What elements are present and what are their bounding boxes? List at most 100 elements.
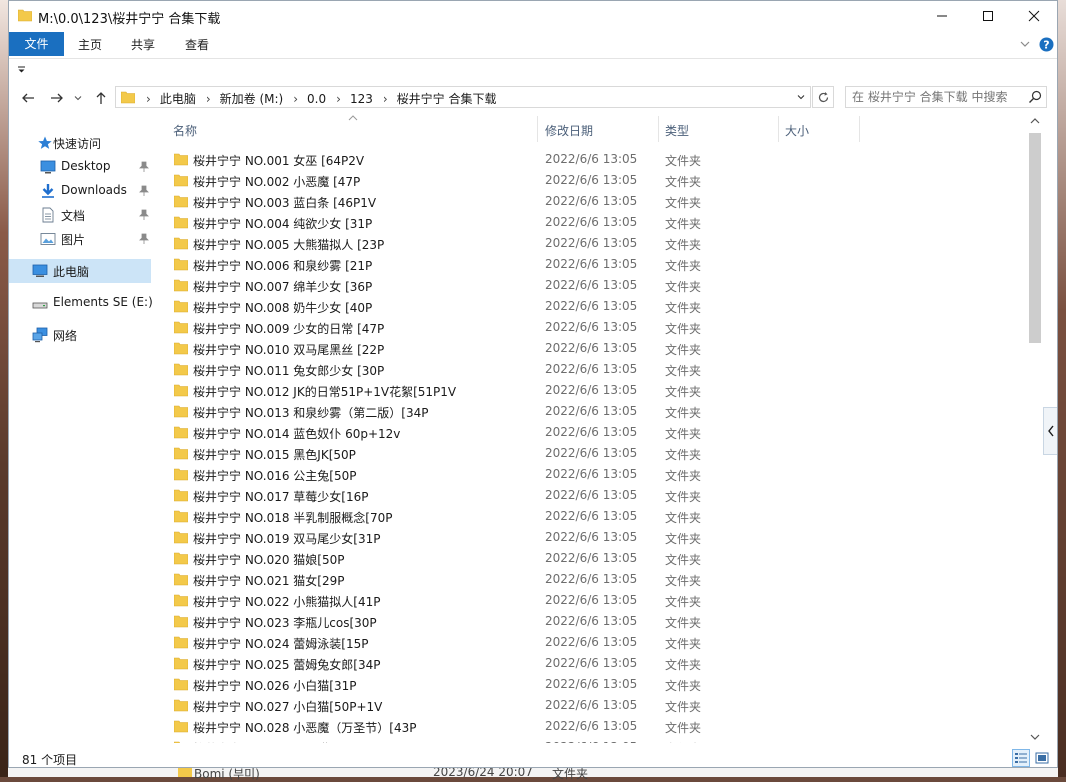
- file-row[interactable]: 桜井宁宁 NO.029 小黑猫[50P4V 2022/6/6 13:05 文件夹: [157, 737, 1027, 743]
- search-input[interactable]: [850, 88, 1024, 106]
- file-row[interactable]: 桜井宁宁 NO.011 兔女郎少女 [30P 2022/6/6 13:05 文件夹: [157, 359, 1027, 380]
- column-date-header[interactable]: 修改日期: [545, 122, 593, 139]
- file-type: 文件夹: [665, 301, 702, 315]
- preview-pane-toggle[interactable]: [1043, 407, 1057, 455]
- file-row[interactable]: 桜井宁宁 NO.004 纯欲少女 [31P 2022/6/6 13:05 文件夹: [157, 212, 1027, 233]
- file-row[interactable]: 桜井宁宁 NO.007 绵羊少女 [36P 2022/6/6 13:05 文件夹: [157, 275, 1027, 296]
- column-size-header[interactable]: 大小: [785, 122, 809, 139]
- file-type: 文件夹: [665, 427, 702, 441]
- scrollbar-thumb[interactable]: [1029, 133, 1041, 343]
- file-row[interactable]: 桜井宁宁 NO.019 双马尾少女[31P 2022/6/6 13:05 文件夹: [157, 527, 1027, 548]
- address-box[interactable]: › 此电脑 › 新加卷 (M:) › 0.0 › 123 › 桜井宁宁 合集下载: [115, 86, 811, 108]
- desktop-icon: [40, 160, 56, 174]
- file-row[interactable]: 桜井宁宁 NO.001 女巫 [64P2V 2022/6/6 13:05 文件夹: [157, 149, 1027, 170]
- chevron-down-icon: [797, 95, 805, 100]
- file-row[interactable]: 桜井宁宁 NO.010 双马尾黑丝 [22P 2022/6/6 13:05 文件夹: [157, 338, 1027, 359]
- file-row[interactable]: 桜井宁宁 NO.020 猫娘[50P 2022/6/6 13:05 文件夹: [157, 548, 1027, 569]
- crumb-this-pc[interactable]: 此电脑: [160, 92, 196, 106]
- vertical-scrollbar[interactable]: [1027, 113, 1043, 747]
- nav-item-downloads[interactable]: Downloads: [9, 179, 155, 203]
- crumb-folder-123[interactable]: 123: [350, 92, 373, 106]
- search-box[interactable]: [845, 86, 1047, 108]
- nav-item-this-pc[interactable]: 此电脑: [9, 259, 151, 283]
- tab-home[interactable]: 主页: [70, 33, 110, 57]
- column-type-header[interactable]: 类型: [665, 122, 689, 139]
- tab-file[interactable]: 文件: [9, 32, 64, 56]
- search-icon[interactable]: [1028, 90, 1042, 104]
- nav-item-documents[interactable]: 文档: [9, 203, 155, 227]
- address-history-button[interactable]: [792, 87, 810, 107]
- chevron-right-icon[interactable]: ›: [206, 92, 211, 106]
- file-row[interactable]: 桜井宁宁 NO.024 蕾姆泳装[15P 2022/6/6 13:05 文件夹: [157, 632, 1027, 653]
- file-row[interactable]: 桜井宁宁 NO.027 小白猫[50P+1V 2022/6/6 13:05 文件夹: [157, 695, 1027, 716]
- help-button[interactable]: ?: [1039, 37, 1054, 55]
- folder-icon: [174, 237, 188, 250]
- refresh-icon: [818, 91, 828, 102]
- column-divider[interactable]: [859, 116, 860, 142]
- file-row[interactable]: 桜井宁宁 NO.013 和泉纱雾（第二版）[34P 2022/6/6 13:05 文…: [157, 401, 1027, 422]
- chevron-right-icon[interactable]: ›: [383, 92, 388, 106]
- computer-icon: [32, 264, 48, 277]
- refresh-button[interactable]: [812, 86, 834, 108]
- file-row[interactable]: 桜井宁宁 NO.014 蓝色奴仆 60p+12v 2022/6/6 13:05 文件…: [157, 422, 1027, 443]
- close-button[interactable]: [1011, 1, 1057, 31]
- file-row[interactable]: 桜井宁宁 NO.008 奶牛少女 [40P 2022/6/6 13:05 文件夹: [157, 296, 1027, 317]
- column-divider[interactable]: [658, 116, 659, 142]
- chevron-right-icon[interactable]: ›: [336, 92, 341, 106]
- back-button[interactable]: [18, 88, 38, 108]
- file-row[interactable]: 桜井宁宁 NO.021 猫女[29P 2022/6/6 13:05 文件夹: [157, 569, 1027, 590]
- file-row[interactable]: 桜井宁宁 NO.022 小熊猫拟人[41P 2022/6/6 13:05 文件夹: [157, 590, 1027, 611]
- file-name: 桜井宁宁 NO.005 大熊猫拟人 [23P: [193, 238, 385, 252]
- background-window: Bomi (부미) 2023/6/24 20:07 文件夹: [8, 765, 1058, 781]
- column-divider[interactable]: [778, 116, 779, 142]
- file-row[interactable]: 桜井宁宁 NO.006 和泉纱雾 [21P 2022/6/6 13:05 文件夹: [157, 254, 1027, 275]
- file-type: 文件夹: [665, 448, 702, 462]
- customize-toolbar-button[interactable]: [17, 64, 27, 78]
- file-row[interactable]: 桜井宁宁 NO.023 李瓶儿cos[30P 2022/6/6 13:05 文件夹: [157, 611, 1027, 632]
- folder-icon: [174, 300, 188, 313]
- file-type: 文件夹: [665, 740, 701, 743]
- folder-icon: [174, 321, 188, 334]
- chevron-right-icon[interactable]: ›: [293, 92, 298, 106]
- file-row[interactable]: 桜井宁宁 NO.028 小恶魔（万圣节）[43P 2022/6/6 13:05 文件…: [157, 716, 1027, 737]
- column-name-header[interactable]: 名称: [173, 122, 197, 139]
- chevron-right-icon[interactable]: ›: [146, 92, 151, 106]
- file-row[interactable]: 桜井宁宁 NO.016 公主兔[50P 2022/6/6 13:05 文件夹: [157, 464, 1027, 485]
- large-icons-view-button[interactable]: [1033, 749, 1051, 767]
- file-row[interactable]: 桜井宁宁 NO.018 半乳制服概念[70P 2022/6/6 13:05 文件夹: [157, 506, 1027, 527]
- title-bar[interactable]: M:\0.0\123\桜井宁宁 合集下载: [9, 1, 1057, 31]
- file-name: 桜井宁宁 NO.014 蓝色奴仆 60p+12v: [193, 427, 401, 441]
- file-row[interactable]: 桜井宁宁 NO.003 蓝白条 [46P1V 2022/6/6 13:05 文件夹: [157, 191, 1027, 212]
- file-row[interactable]: 桜井宁宁 NO.002 小恶魔 [47P 2022/6/6 13:05 文件夹: [157, 170, 1027, 191]
- tab-view[interactable]: 查看: [176, 33, 218, 57]
- file-row[interactable]: 桜井宁宁 NO.005 大熊猫拟人 [23P 2022/6/6 13:05 文件夹: [157, 233, 1027, 254]
- file-row[interactable]: 桜井宁宁 NO.017 草莓少女[16P 2022/6/6 13:05 文件夹: [157, 485, 1027, 506]
- nav-item-pictures[interactable]: 图片: [9, 227, 155, 251]
- minimize-icon: [937, 15, 947, 17]
- file-row[interactable]: 桜井宁宁 NO.012 JK的日常51P+1V花絮[51P1V 2022/6/6 …: [157, 380, 1027, 401]
- column-divider[interactable]: [537, 116, 538, 142]
- minimize-button[interactable]: [919, 1, 965, 31]
- file-row[interactable]: 桜井宁宁 NO.009 少女的日常 [47P 2022/6/6 13:05 文件夹: [157, 317, 1027, 338]
- file-row[interactable]: 桜井宁宁 NO.015 黑色JK[50P 2022/6/6 13:05 文件夹: [157, 443, 1027, 464]
- file-row[interactable]: 桜井宁宁 NO.025 蕾姆兔女郎[34P 2022/6/6 13:05 文件夹: [157, 653, 1027, 674]
- tab-share[interactable]: 共享: [122, 33, 164, 57]
- crumb-current-folder[interactable]: 桜井宁宁 合集下载: [397, 92, 497, 106]
- crumb-drive[interactable]: 新加卷 (M:): [220, 92, 284, 106]
- recent-locations-button[interactable]: [71, 88, 85, 108]
- nav-item-drive-e[interactable]: Elements SE (E:): [9, 291, 155, 315]
- file-row[interactable]: 桜井宁宁 NO.026 小白猫[31P 2022/6/6 13:05 文件夹: [157, 674, 1027, 695]
- nav-item-desktop[interactable]: Desktop: [9, 155, 155, 179]
- folder-icon: [174, 342, 188, 355]
- expand-ribbon-button[interactable]: [1019, 38, 1031, 53]
- scroll-up-icon[interactable]: [1030, 117, 1040, 125]
- crumb-folder-0-0[interactable]: 0.0: [307, 92, 326, 106]
- nav-item-network[interactable]: 网络: [9, 323, 155, 347]
- maximize-button[interactable]: [965, 1, 1011, 31]
- nav-item-quick-access[interactable]: 快速访问: [9, 131, 155, 155]
- file-date: 2022/6/6 13:05: [545, 404, 638, 418]
- up-button[interactable]: [91, 88, 111, 108]
- forward-button[interactable]: [47, 88, 67, 108]
- details-view-button[interactable]: [1012, 749, 1030, 767]
- scroll-down-icon[interactable]: [1030, 733, 1040, 741]
